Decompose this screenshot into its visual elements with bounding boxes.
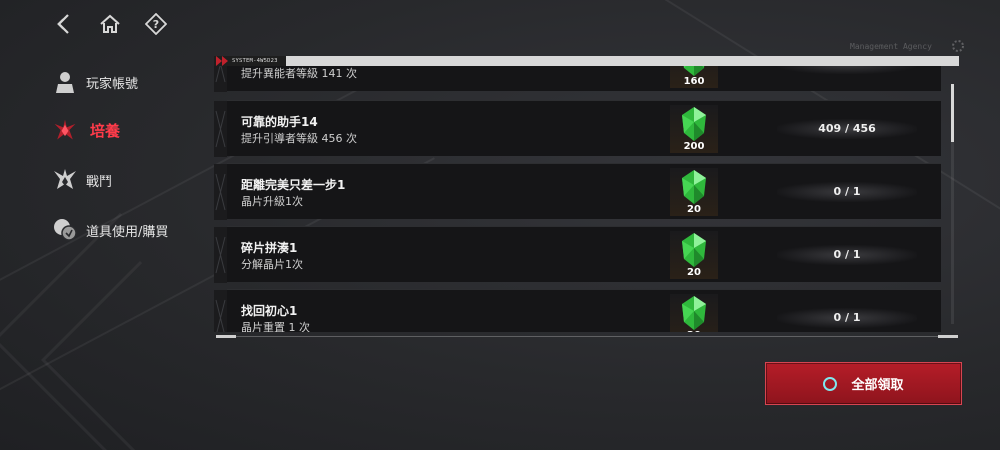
mission-desc: 分解晶片1次 bbox=[241, 258, 303, 271]
back-chevron-icon[interactable] bbox=[52, 12, 76, 36]
mission-progress: 0 / 1 bbox=[777, 308, 917, 328]
row-notch-deco bbox=[214, 101, 227, 157]
gear-deco-icon bbox=[952, 40, 964, 52]
panel-bottom-rule bbox=[216, 335, 958, 338]
menu-label: 道具使用/購買 bbox=[86, 224, 169, 240]
player-account-icon bbox=[52, 69, 78, 95]
mission-title: 找回初心1 bbox=[241, 304, 298, 318]
mission-panel: SYSTEM-4W5D23 提升異能者等級 141 次 160 可靠的助手14 … bbox=[214, 56, 960, 338]
agency-label: Management Agency bbox=[850, 42, 932, 51]
top-nav: ? bbox=[52, 12, 168, 36]
mission-row[interactable]: 可靠的助手14 提升引導者等級 456 次 200 409 / 456 bbox=[214, 100, 941, 157]
reward-item[interactable]: 200 bbox=[670, 105, 718, 153]
row-notch-deco bbox=[214, 164, 227, 220]
training-emblem-icon bbox=[52, 117, 78, 143]
reward-count: 20 bbox=[670, 330, 718, 332]
mission-desc: 提升異能者等級 141 次 bbox=[241, 67, 357, 80]
ring-icon bbox=[823, 376, 838, 391]
panel-header-bar: SYSTEM-4W5D23 bbox=[214, 56, 959, 66]
svg-text:?: ? bbox=[153, 18, 159, 31]
reward-count: 20 bbox=[687, 267, 701, 278]
mission-row[interactable]: 找回初心1 晶片重置 1 次 20 0 / 1 bbox=[214, 289, 941, 332]
scrollbar[interactable] bbox=[951, 84, 954, 324]
row-notch-deco bbox=[214, 290, 227, 332]
menu-item-player-account[interactable]: 玩家帳號 bbox=[52, 66, 202, 98]
reward-count: 200 bbox=[683, 141, 705, 152]
row-notch-deco bbox=[214, 227, 227, 283]
row-notch-deco bbox=[214, 66, 227, 92]
panel-header-flag: SYSTEM-4W5D23 bbox=[214, 56, 286, 66]
claim-all-button[interactable]: 全部領取 bbox=[765, 362, 962, 405]
mission-desc: 晶片升級1次 bbox=[241, 195, 303, 208]
mission-row[interactable]: 提升異能者等級 141 次 160 bbox=[214, 66, 941, 92]
green-crystal-icon bbox=[682, 296, 706, 330]
home-icon[interactable] bbox=[98, 12, 122, 36]
reward-item[interactable]: 20 bbox=[670, 231, 718, 279]
mission-list[interactable]: 提升異能者等級 141 次 160 可靠的助手14 提升引導者等級 456 次 … bbox=[214, 66, 960, 332]
scrollbar-thumb[interactable] bbox=[951, 84, 954, 142]
green-crystal-icon bbox=[682, 233, 706, 267]
mission-title: 距離完美只差一步1 bbox=[241, 178, 346, 192]
panel-header-code: SYSTEM-4W5D23 bbox=[232, 58, 278, 64]
reward-item[interactable]: 20 bbox=[670, 294, 718, 332]
claim-all-label: 全部領取 bbox=[851, 378, 904, 393]
reward-count: 20 bbox=[687, 204, 701, 215]
mission-progress: 409 / 456 bbox=[777, 119, 917, 139]
item-use-icon bbox=[52, 217, 78, 243]
menu-label: 玩家帳號 bbox=[86, 76, 139, 92]
help-question-icon[interactable]: ? bbox=[144, 12, 168, 36]
mission-desc: 晶片重置 1 次 bbox=[241, 321, 310, 332]
menu-label: 培養 bbox=[90, 121, 121, 140]
reward-item[interactable]: 20 bbox=[670, 168, 718, 216]
menu-label: 戰鬥 bbox=[86, 174, 113, 190]
reward-item[interactable]: 160 bbox=[670, 66, 718, 88]
mission-desc: 提升引導者等級 456 次 bbox=[241, 132, 357, 145]
mission-row[interactable]: 碎片拼湊1 分解晶片1次 20 0 / 1 bbox=[214, 226, 941, 283]
mission-row[interactable]: 距離完美只差一步1 晶片升級1次 20 0 / 1 bbox=[214, 163, 941, 220]
menu-item-item-use[interactable]: 道具使用/購買 bbox=[52, 214, 202, 246]
mission-progress: 0 / 1 bbox=[777, 245, 917, 265]
mission-title: 可靠的助手14 bbox=[241, 115, 318, 129]
mission-progress bbox=[777, 66, 917, 74]
menu-item-training[interactable]: 培養 bbox=[52, 114, 202, 146]
battle-emblem-icon bbox=[52, 167, 78, 193]
menu-item-battle[interactable]: 戰鬥 bbox=[52, 164, 202, 196]
green-crystal-icon bbox=[682, 170, 706, 204]
green-crystal-icon bbox=[682, 107, 706, 141]
mission-progress: 0 / 1 bbox=[777, 182, 917, 202]
reward-count: 160 bbox=[683, 76, 705, 87]
mission-title: 碎片拼湊1 bbox=[241, 241, 298, 255]
